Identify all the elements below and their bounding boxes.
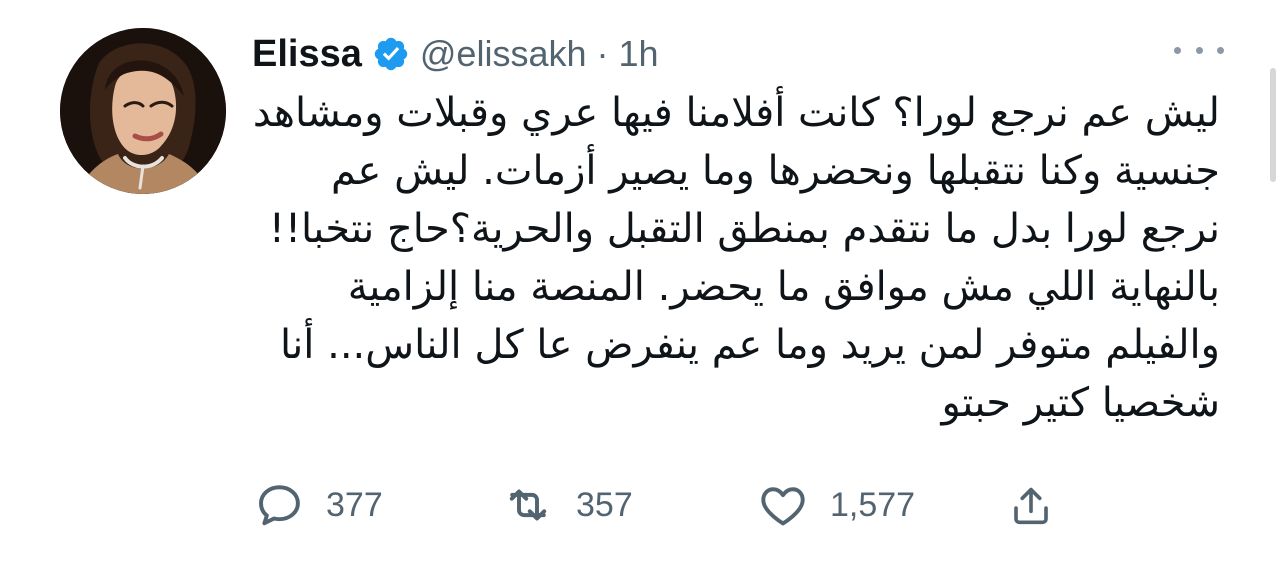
heart-icon	[761, 487, 805, 526]
tweet-card[interactable]: Elissa @elissakh · 1h ليش عم نرجع لورا؟ …	[0, 0, 1284, 565]
tweet-text: ليش عم نرجع لورا؟ كانت أفلامنا فيها عري …	[252, 90, 1220, 426]
retweet-count: 357	[576, 486, 633, 524]
more-dot-icon	[1195, 46, 1203, 54]
like-button[interactable]: 1,577	[756, 480, 915, 530]
like-count: 1,577	[830, 486, 916, 524]
more-dot-icon	[1174, 46, 1181, 54]
scrollbar-thumb[interactable]	[1270, 68, 1276, 182]
reply-count: 377	[326, 486, 383, 524]
share-icon	[1014, 487, 1048, 525]
more-dot-icon	[1217, 46, 1224, 54]
retweet-button[interactable]: 357	[500, 480, 633, 530]
more-options-icon[interactable]	[1174, 38, 1224, 62]
reply-icon	[259, 485, 300, 526]
tweet-header: Elissa @elissakh · 1h	[252, 26, 659, 82]
verified-badge-icon	[372, 35, 410, 73]
retweet-icon	[509, 489, 547, 521]
tweet-actions: 377 357 1,577	[252, 480, 1062, 530]
meta-separator: ·	[596, 33, 609, 74]
reply-button[interactable]: 377	[252, 480, 383, 530]
avatar-image	[60, 28, 226, 194]
share-button[interactable]	[1006, 480, 1056, 530]
author-avatar[interactable]	[60, 28, 226, 194]
author-handle[interactable]: @elissakh	[420, 36, 587, 72]
author-display-name[interactable]: Elissa	[252, 35, 362, 73]
tweet-time[interactable]: 1h	[618, 36, 658, 72]
